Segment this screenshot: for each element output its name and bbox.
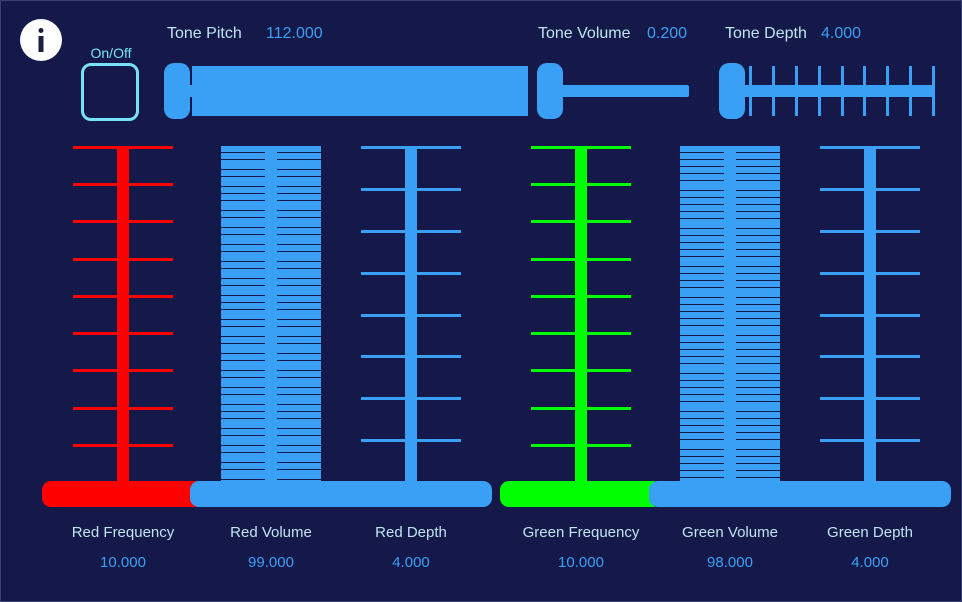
tick-mark bbox=[73, 220, 173, 224]
tick-mark bbox=[531, 146, 631, 149]
tick-mark bbox=[531, 406, 631, 410]
tick-mark bbox=[820, 313, 920, 317]
tick-mark bbox=[361, 146, 461, 149]
tick-mark bbox=[361, 397, 461, 401]
tick-mark bbox=[840, 66, 844, 116]
tick-mark bbox=[932, 66, 935, 116]
tick-mark bbox=[73, 443, 173, 447]
tone-depth-label: Tone Depth bbox=[725, 25, 807, 42]
onoff-checkbox[interactable] bbox=[81, 63, 139, 121]
control-panel: On/Off Tone Pitch 112.000 Tone Volume 0.200… bbox=[1, 1, 961, 601]
tick-mark bbox=[820, 397, 920, 401]
info-icon-stem bbox=[38, 36, 44, 52]
tick-mark bbox=[820, 187, 920, 191]
tone-volume-handle[interactable] bbox=[537, 63, 563, 119]
tone-pitch-label: Tone Pitch bbox=[167, 25, 242, 42]
green-frequency-ticks bbox=[531, 146, 631, 484]
tone-depth-slider[interactable] bbox=[719, 61, 935, 121]
tick-mark bbox=[820, 229, 920, 233]
tone-depth-ticks bbox=[749, 66, 935, 116]
tick-mark bbox=[820, 271, 920, 275]
green-depth-label: Green Depth bbox=[827, 524, 913, 541]
tick-mark bbox=[73, 406, 173, 410]
tick-mark bbox=[531, 443, 631, 447]
tick-mark bbox=[361, 271, 461, 275]
green-frequency-slider[interactable] bbox=[496, 146, 666, 507]
green-depth-handle[interactable] bbox=[789, 481, 951, 507]
tone-pitch-handle[interactable] bbox=[164, 63, 190, 119]
tone-volume-value: 0.200 bbox=[647, 25, 688, 42]
tick-mark bbox=[73, 332, 173, 336]
tick-mark bbox=[361, 439, 461, 443]
tick-mark bbox=[361, 187, 461, 191]
red-depth-slider[interactable] bbox=[326, 146, 496, 507]
tick-mark bbox=[794, 66, 798, 116]
red-frequency-slider[interactable] bbox=[38, 146, 208, 507]
tick-mark bbox=[531, 294, 631, 298]
onoff-label: On/Off bbox=[90, 45, 132, 61]
info-icon[interactable] bbox=[20, 19, 62, 61]
tick-mark bbox=[73, 369, 173, 373]
tick-mark bbox=[531, 183, 631, 187]
tick-mark bbox=[820, 146, 920, 149]
tick-mark bbox=[820, 355, 920, 359]
tick-mark bbox=[361, 313, 461, 317]
green-depth-value: 4.000 bbox=[851, 554, 889, 571]
tick-mark bbox=[749, 66, 752, 116]
red-depth-ticks bbox=[361, 146, 461, 484]
red-frequency-handle[interactable] bbox=[42, 481, 204, 507]
green-depth-ticks bbox=[820, 146, 920, 484]
tick-mark bbox=[909, 66, 913, 116]
tone-pitch-slider[interactable] bbox=[164, 61, 528, 121]
tick-mark bbox=[361, 355, 461, 359]
green-depth-slider[interactable] bbox=[785, 146, 955, 507]
tick-mark bbox=[73, 257, 173, 261]
red-depth-handle[interactable] bbox=[330, 481, 492, 507]
tone-pitch-value: 112.000 bbox=[266, 25, 323, 42]
tone-pitch-ticks bbox=[192, 66, 528, 116]
red-volume-ticks bbox=[221, 146, 321, 484]
tick-mark bbox=[361, 229, 461, 233]
tick-mark bbox=[771, 66, 775, 116]
tick-mark bbox=[820, 439, 920, 443]
tick-mark bbox=[531, 220, 631, 224]
tick-mark bbox=[73, 146, 173, 149]
tone-volume-slider[interactable] bbox=[537, 61, 689, 121]
tick-mark bbox=[863, 66, 867, 116]
info-icon-dot bbox=[38, 28, 44, 33]
tick-mark bbox=[525, 66, 528, 116]
tick-mark bbox=[886, 66, 890, 116]
tick-mark bbox=[531, 369, 631, 373]
tick-mark bbox=[817, 66, 821, 116]
tick-mark bbox=[531, 257, 631, 261]
tick-mark bbox=[73, 294, 173, 298]
tone-volume-label: Tone Volume bbox=[538, 25, 631, 42]
tone-depth-handle[interactable] bbox=[719, 63, 745, 119]
green-volume-ticks bbox=[680, 146, 780, 484]
tone-depth-value: 4.000 bbox=[821, 25, 862, 42]
green-frequency-handle[interactable] bbox=[500, 481, 662, 507]
red-frequency-ticks bbox=[73, 146, 173, 484]
tick-mark bbox=[531, 332, 631, 336]
tick-mark bbox=[73, 183, 173, 187]
